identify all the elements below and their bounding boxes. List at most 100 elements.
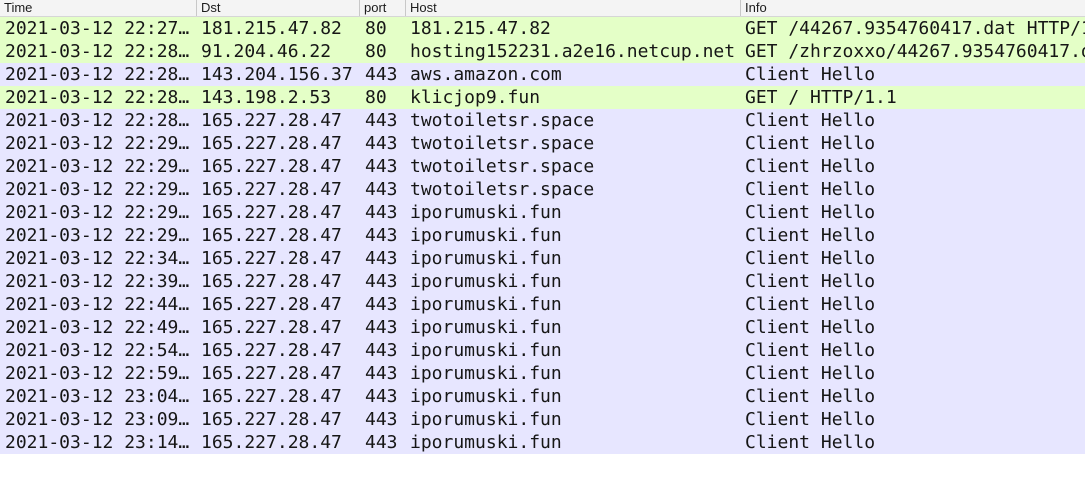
host-cell: iporumuski.fun [410,248,562,269]
port-cell: 443 [365,202,398,223]
time-cell: 2021-03-12 23:14… [5,432,190,453]
time-cell: 2021-03-12 22:39… [5,271,190,292]
packet-row[interactable]: 2021-03-12 23:14… 165.227.28.47 443 iporumu… [0,431,1085,454]
packet-row[interactable]: 2021-03-12 23:04… 165.227.28.47 443 iporumu… [0,385,1085,408]
host-cell: twotoiletsr.space [410,156,595,177]
time-cell: 2021-03-12 22:28… [5,41,190,62]
packet-row[interactable]: 2021-03-12 22:28… 165.227.28.47 443 twotoil… [0,109,1085,132]
host-cell: iporumuski.fun [410,225,562,246]
time-cell: 2021-03-12 22:54… [5,340,190,361]
dst-cell: 165.227.28.47 [201,271,342,292]
time-cell: 2021-03-12 22:27… [5,18,190,39]
host-cell: iporumuski.fun [410,202,562,223]
host-cell: iporumuski.fun [410,317,562,338]
dst-cell: 165.227.28.47 [201,110,342,131]
info-cell: Client Hello [745,248,876,269]
column-header-time[interactable]: Time [0,0,196,16]
host-cell: iporumuski.fun [410,386,562,407]
host-cell: iporumuski.fun [410,409,562,430]
time-cell: 2021-03-12 22:28… [5,87,190,108]
host-cell: twotoiletsr.space [410,179,595,200]
time-cell: 2021-03-12 22:29… [5,202,190,223]
host-cell: twotoiletsr.space [410,110,595,131]
packet-row[interactable]: 2021-03-12 22:27… 181.215.47.82 80 181.215.… [0,17,1085,40]
port-cell: 443 [365,271,398,292]
time-cell: 2021-03-12 22:28… [5,110,190,131]
info-cell: Client Hello [745,110,876,131]
packet-row[interactable]: 2021-03-12 22:29… 165.227.28.47 443 iporumu… [0,224,1085,247]
packet-row[interactable]: 2021-03-12 22:29… 165.227.28.47 443 twotoil… [0,132,1085,155]
info-cell: Client Hello [745,317,876,338]
dst-cell: 165.227.28.47 [201,340,342,361]
packet-row[interactable]: 2021-03-12 22:54… 165.227.28.47 443 iporumu… [0,339,1085,362]
host-cell: klicjop9.fun [410,87,541,108]
port-cell: 443 [365,110,398,131]
port-cell: 443 [365,179,398,200]
dst-cell: 165.227.28.47 [201,202,342,223]
time-cell: 2021-03-12 22:29… [5,179,190,200]
packet-row[interactable]: 2021-03-12 23:09… 165.227.28.47 443 iporumu… [0,408,1085,431]
dst-cell: 165.227.28.47 [201,409,342,430]
port-cell: 80 [365,18,387,39]
info-cell: Client Hello [745,179,876,200]
port-cell: 80 [365,41,387,62]
dst-cell: 143.198.2.53 [201,87,332,108]
packet-row[interactable]: 2021-03-12 22:29… 165.227.28.47 443 twotoil… [0,155,1085,178]
host-cell: aws.amazon.com [410,64,562,85]
time-cell: 2021-03-12 23:09… [5,409,190,430]
dst-cell: 91.204.46.22 [201,41,332,62]
dst-cell: 165.227.28.47 [201,386,342,407]
time-cell: 2021-03-12 22:29… [5,133,190,154]
host-cell: iporumuski.fun [410,340,562,361]
packet-rows: 2021-03-12 22:27… 181.215.47.82 80 181.215.… [0,17,1085,454]
port-cell: 443 [365,156,398,177]
column-header-host[interactable]: Host [405,0,740,16]
time-cell: 2021-03-12 22:28… [5,64,190,85]
host-cell: twotoiletsr.space [410,133,595,154]
info-cell: Client Hello [745,156,876,177]
port-cell: 80 [365,87,387,108]
time-cell: 2021-03-12 22:49… [5,317,190,338]
host-cell: iporumuski.fun [410,363,562,384]
packet-row[interactable]: 2021-03-12 22:29… 165.227.28.47 443 twotoil… [0,178,1085,201]
packet-row[interactable]: 2021-03-12 22:34… 165.227.28.47 443 iporumu… [0,247,1085,270]
port-cell: 443 [365,225,398,246]
dst-cell: 165.227.28.47 [201,432,342,453]
info-cell: Client Hello [745,133,876,154]
packet-row[interactable]: 2021-03-12 22:39… 165.227.28.47 443 iporumu… [0,270,1085,293]
packet-row[interactable]: 2021-03-12 22:49… 165.227.28.47 443 iporumu… [0,316,1085,339]
info-cell: Client Hello [745,202,876,223]
info-cell: Client Hello [745,363,876,384]
column-header-dst[interactable]: Dst [196,0,359,16]
dst-cell: 165.227.28.47 [201,248,342,269]
time-cell: 2021-03-12 22:29… [5,156,190,177]
dst-cell: 165.227.28.47 [201,179,342,200]
packet-row[interactable]: 2021-03-12 22:59… 165.227.28.47 443 iporumu… [0,362,1085,385]
dst-cell: 143.204.156.37 [201,64,353,85]
info-cell: GET /44267.9354760417.dat HTTP/1 [745,18,1085,39]
port-cell: 443 [365,133,398,154]
packet-row[interactable]: 2021-03-12 22:29… 165.227.28.47 443 iporumu… [0,201,1085,224]
host-cell: hosting152231.a2e16.netcup.net [410,41,736,62]
column-header-port[interactable]: port [359,0,405,16]
port-cell: 443 [365,409,398,430]
port-cell: 443 [365,386,398,407]
port-cell: 443 [365,248,398,269]
packet-row[interactable]: 2021-03-12 22:44… 165.227.28.47 443 iporumu… [0,293,1085,316]
host-cell: iporumuski.fun [410,271,562,292]
info-cell: Client Hello [745,386,876,407]
dst-cell: 165.227.28.47 [201,156,342,177]
packet-list: Time Dst port Host Info 2021-03-12 22:27… [0,0,1085,454]
time-cell: 2021-03-12 22:29… [5,225,190,246]
info-cell: Client Hello [745,409,876,430]
column-header-info[interactable]: Info [740,0,1085,16]
info-cell: Client Hello [745,432,876,453]
time-cell: 2021-03-12 22:59… [5,363,190,384]
info-cell: Client Hello [745,64,876,85]
column-header-row: Time Dst port Host Info [0,0,1085,17]
packet-row[interactable]: 2021-03-12 22:28… 143.198.2.53 80 klicjop9.… [0,86,1085,109]
port-cell: 443 [365,64,398,85]
packet-row[interactable]: 2021-03-12 22:28… 143.204.156.37 443 aws.am… [0,63,1085,86]
port-cell: 443 [365,340,398,361]
packet-row[interactable]: 2021-03-12 22:28… 91.204.46.22 80 hosting15… [0,40,1085,63]
